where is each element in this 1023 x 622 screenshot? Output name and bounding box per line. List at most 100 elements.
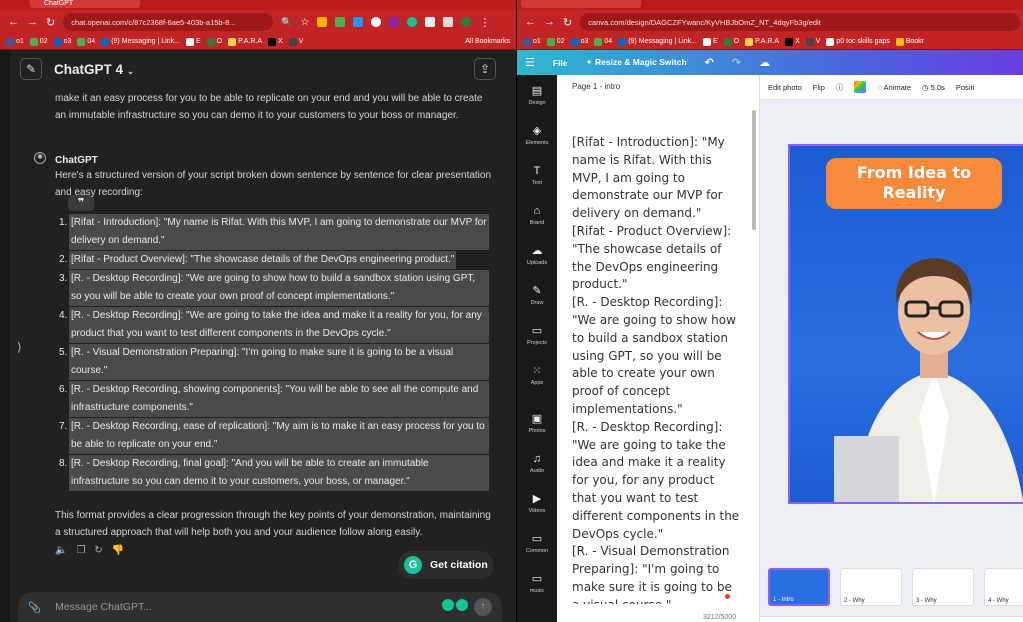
thumbnail-page-1[interactable]: 1 - Intro [768, 568, 830, 606]
duration-button[interactable]: ◷ 5.0s [922, 83, 945, 92]
redo-icon[interactable]: ↷ [732, 56, 741, 69]
rail-brand[interactable]: ⌂ Brand [517, 205, 557, 226]
photo-icon: ▣ [531, 413, 543, 425]
bookmark[interactable]: E [185, 37, 201, 46]
reload-icon[interactable]: ↻ [563, 16, 572, 29]
bookmark[interactable]: o3 [570, 37, 588, 46]
rail-music[interactable]: ▭ music [517, 573, 557, 594]
tab-chatgpt[interactable]: ChatGPT [30, 0, 140, 8]
bookmark[interactable]: o1 [523, 37, 541, 46]
tab-canva[interactable] [521, 0, 641, 8]
address-bar[interactable]: canva.com/design/DAGCZFYwanc/KyVHBJbOmZ_… [580, 13, 1021, 31]
bookmark[interactable]: V [288, 37, 303, 46]
read-aloud-icon[interactable]: 🔈 [55, 545, 67, 556]
grammarly-icon [456, 599, 468, 611]
notes-panel: Page 1 - intro [Rifat - Introduction]: "… [557, 75, 760, 622]
color-picker-icon[interactable] [854, 81, 867, 93]
speaker-notes[interactable]: [Rifat - Introduction]: "My name is Rifa… [572, 134, 742, 604]
zoom-icon[interactable]: 🔍 [281, 17, 292, 28]
bookmark[interactable]: X [785, 37, 800, 46]
profile-avatar[interactable] [461, 17, 472, 27]
message-composer[interactable]: 📎 Message ChatGPT... ↑ [18, 592, 502, 622]
extension-icon[interactable] [425, 17, 436, 27]
bookmark-folder[interactable]: P.A.R.A [745, 37, 779, 46]
flip-button[interactable]: Flip [813, 83, 825, 92]
extension-icon[interactable] [335, 17, 346, 27]
recording-indicator [725, 594, 730, 599]
rail-uploads[interactable]: ☁ Uploads [517, 245, 557, 266]
rail-audio[interactable]: ♫ Audio [517, 453, 557, 474]
copy-icon[interactable]: ❐ [76, 545, 85, 556]
bookmark-folder[interactable]: P.A.R.A [228, 37, 262, 46]
bookmark[interactable]: O [723, 37, 739, 46]
info-icon[interactable]: ⓘ [836, 82, 844, 93]
back-icon[interactable]: ← [8, 16, 19, 28]
model-selector[interactable]: ChatGPT 4 ⌄ [54, 62, 134, 77]
extension-icon[interactable] [389, 17, 400, 27]
thumbnail-page-2[interactable]: 2 - Why [840, 568, 902, 606]
extension-icon[interactable] [353, 17, 364, 27]
slide-canvas[interactable]: From Idea to Reality [788, 144, 1023, 504]
menu-icon[interactable]: ☰ [525, 56, 535, 69]
extension-icon[interactable] [317, 17, 328, 27]
share-icon[interactable]: ⇪ [474, 58, 496, 80]
sidebar-toggle-icon[interactable]: ⟩ [17, 340, 22, 354]
send-icon[interactable]: ↑ [474, 598, 492, 616]
address-bar[interactable]: chat.openai.com/c/87c2368f-6ae5-403b-a15… [63, 13, 274, 31]
position-button[interactable]: Positi [956, 83, 974, 92]
bookmark[interactable]: 02 [29, 37, 48, 46]
new-chat-icon[interactable]: ✎ [20, 58, 42, 80]
forward-icon[interactable]: → [544, 16, 555, 28]
rail-videos[interactable]: ▶ Videos [517, 493, 557, 514]
bookmark[interactable]: p0 toc skills gaps [826, 37, 890, 46]
thumbnail-page-4[interactable]: 4 - Why [984, 568, 1023, 606]
bookmark[interactable]: 02 [546, 37, 565, 46]
message-input[interactable]: Message ChatGPT... [55, 601, 152, 613]
cloud-sync-icon[interactable]: ☁ [759, 56, 770, 69]
rail-photos[interactable]: ▣ Photos [517, 413, 557, 434]
rail-draw[interactable]: ✎ Draw [517, 285, 557, 306]
menu-icon[interactable]: ⋮ [479, 16, 490, 29]
attach-icon[interactable]: 📎 [28, 601, 41, 614]
bookmark[interactable]: Bookr [895, 37, 924, 46]
rail-design[interactable]: ▤ Design [517, 85, 557, 106]
undo-icon[interactable]: ↶ [705, 56, 714, 69]
grammarly-icon[interactable] [407, 17, 418, 27]
star-icon[interactable]: ☆ [300, 17, 309, 28]
bookmark[interactable]: 04 [594, 37, 612, 46]
edit-photo-button[interactable]: Edit photo [768, 83, 802, 92]
rail-text[interactable]: T Text [517, 165, 557, 186]
thumbnail-page-3[interactable]: 3 - Why [912, 568, 974, 606]
resize-magic-switch-button[interactable]: ✦ Resize & Magic Switch [586, 57, 687, 68]
animate-button[interactable]: ◌ Animate [877, 83, 911, 92]
file-menu[interactable]: File [553, 58, 568, 68]
reload-icon[interactable]: ↻ [46, 16, 55, 29]
rail-apps[interactable]: ⁙ Apps [517, 365, 557, 386]
notes-scrollbar[interactable] [752, 110, 756, 230]
person-photo[interactable] [834, 216, 1023, 504]
all-bookmarks[interactable]: All Bookmarks [465, 38, 510, 45]
bookmark[interactable]: V [805, 37, 820, 46]
bookmark[interactable]: O [206, 37, 222, 46]
slide-title[interactable]: From Idea to Reality [826, 158, 1002, 209]
editor-toolbar: Edit photo Flip ⓘ ◌ Animate ◷ 5.0s Posit… [760, 75, 1023, 100]
get-citation-button[interactable]: G Get citation [398, 551, 494, 579]
bookmark[interactable]: (9) Messaging | Link... [618, 37, 697, 46]
forward-icon[interactable]: → [27, 16, 38, 28]
bookmark[interactable]: X [268, 37, 283, 46]
rail-elements[interactable]: ◈ Elements [517, 125, 557, 146]
puzzle-icon[interactable] [443, 17, 454, 27]
back-icon[interactable]: ← [525, 16, 536, 28]
bookmark[interactable]: 04 [77, 37, 95, 46]
bookmark[interactable]: o1 [6, 37, 24, 46]
bookmark[interactable]: (9) Messaging | Link... [101, 37, 180, 46]
rail-projects[interactable]: ▭ Projects [517, 325, 557, 346]
rail-common[interactable]: ▭ Common [517, 533, 557, 554]
thumbs-down-icon[interactable]: 👎 [112, 545, 124, 556]
bookmark[interactable]: E [702, 37, 718, 46]
chatgpt-avatar-icon: ✺ [34, 152, 46, 164]
bookmark[interactable]: o3 [53, 37, 71, 46]
extension-icon[interactable] [371, 17, 382, 27]
grammarly-widget[interactable] [442, 599, 468, 611]
regenerate-icon[interactable]: ↻ [94, 545, 102, 556]
